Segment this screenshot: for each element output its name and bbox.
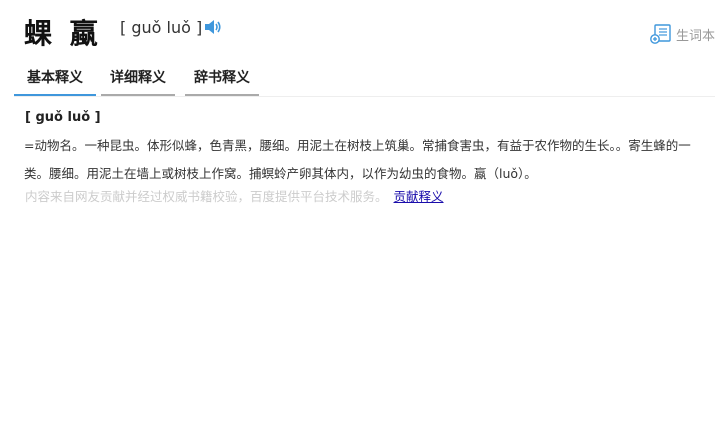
source-note-text: 内容来自网友贡献并经过权威书籍校验，百度提供平台技术服务。 [25,189,388,204]
tab-dictionary-definition[interactable]: 辞书释义 [185,66,259,96]
word-title: 蜾 蠃 [24,17,102,50]
definition-pinyin: [ guǒ luǒ ] [25,110,101,125]
definition-tabs: 基本释义 详细释义 辞书释义 [14,66,715,97]
vocab-book-icon [650,24,671,44]
tab-detailed-definition[interactable]: 详细释义 [101,66,175,96]
vocab-book-label: 生词本 [675,28,715,44]
speaker-icon[interactable] [204,19,222,35]
tab-basic-definition[interactable]: 基本释义 [14,66,96,96]
word-pinyin: [ guǒ luǒ ] [120,18,203,37]
source-note: 内容来自网友贡献并经过权威书籍校验，百度提供平台技术服务。 贡献释义 [25,186,444,205]
vocab-book-button[interactable]: 生词本 [650,24,715,44]
contribute-definition-link[interactable]: 贡献释义 [394,189,444,204]
definition-text: =动物名。一种昆虫。体形似蜂，色青黑，腰细。用泥土在树枝上筑巢。常捕食害虫，有益… [24,138,691,181]
